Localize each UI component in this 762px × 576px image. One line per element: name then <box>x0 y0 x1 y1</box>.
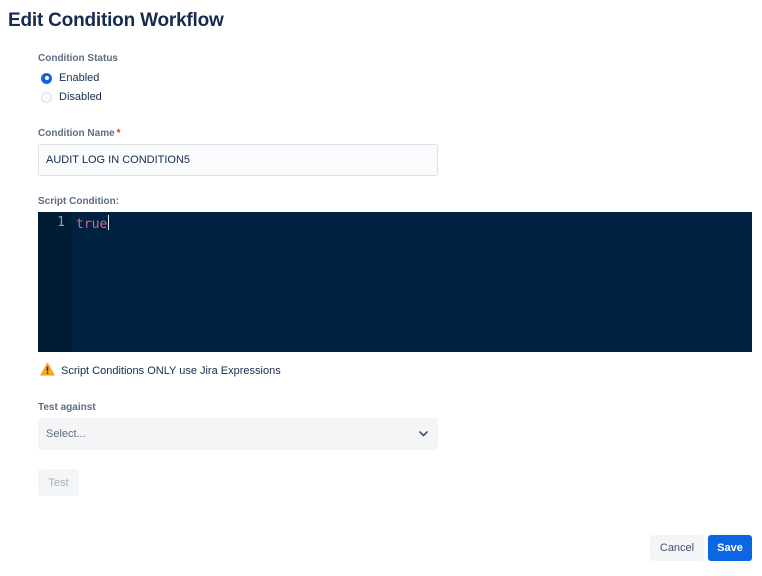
code-line[interactable]: true <box>76 215 110 232</box>
test-against-label: Test against <box>38 402 96 413</box>
radio-enabled-indicator[interactable] <box>41 72 52 84</box>
warning-message: Script Conditions ONLY use Jira Expressi… <box>40 362 281 379</box>
code-text: true <box>76 217 108 232</box>
condition-name-label: Condition Name * <box>38 128 121 139</box>
script-condition-label: Script Condition: <box>38 196 120 207</box>
test-button[interactable]: Test <box>38 469 79 496</box>
text-cursor <box>108 215 110 230</box>
warning-text: Script Conditions ONLY use Jira Expressi… <box>61 364 281 377</box>
page-title: Edit Condition Workflow <box>8 10 224 31</box>
warning-icon <box>40 362 55 379</box>
cancel-button[interactable]: Cancel <box>650 535 704 561</box>
radio-disabled-label: Disabled <box>59 91 102 103</box>
script-editor[interactable]: 1 true <box>38 212 752 352</box>
editor-gutter: 1 <box>38 212 72 352</box>
condition-name-label-text: Condition Name <box>38 128 115 139</box>
condition-status-label: Condition Status <box>38 53 118 64</box>
chevron-down-icon <box>419 428 428 440</box>
radio-enabled-label: Enabled <box>59 72 100 84</box>
select-placeholder: Select... <box>46 428 86 440</box>
test-against-select[interactable]: Select... <box>38 418 438 450</box>
condition-name-input[interactable] <box>38 144 438 176</box>
save-button[interactable]: Save <box>708 535 752 561</box>
radio-disabled-indicator[interactable] <box>41 91 52 103</box>
line-number: 1 <box>57 215 65 230</box>
required-marker: * <box>116 128 121 139</box>
radio-enabled[interactable]: Enabled <box>41 72 99 84</box>
radio-disabled[interactable]: Disabled <box>41 91 102 103</box>
